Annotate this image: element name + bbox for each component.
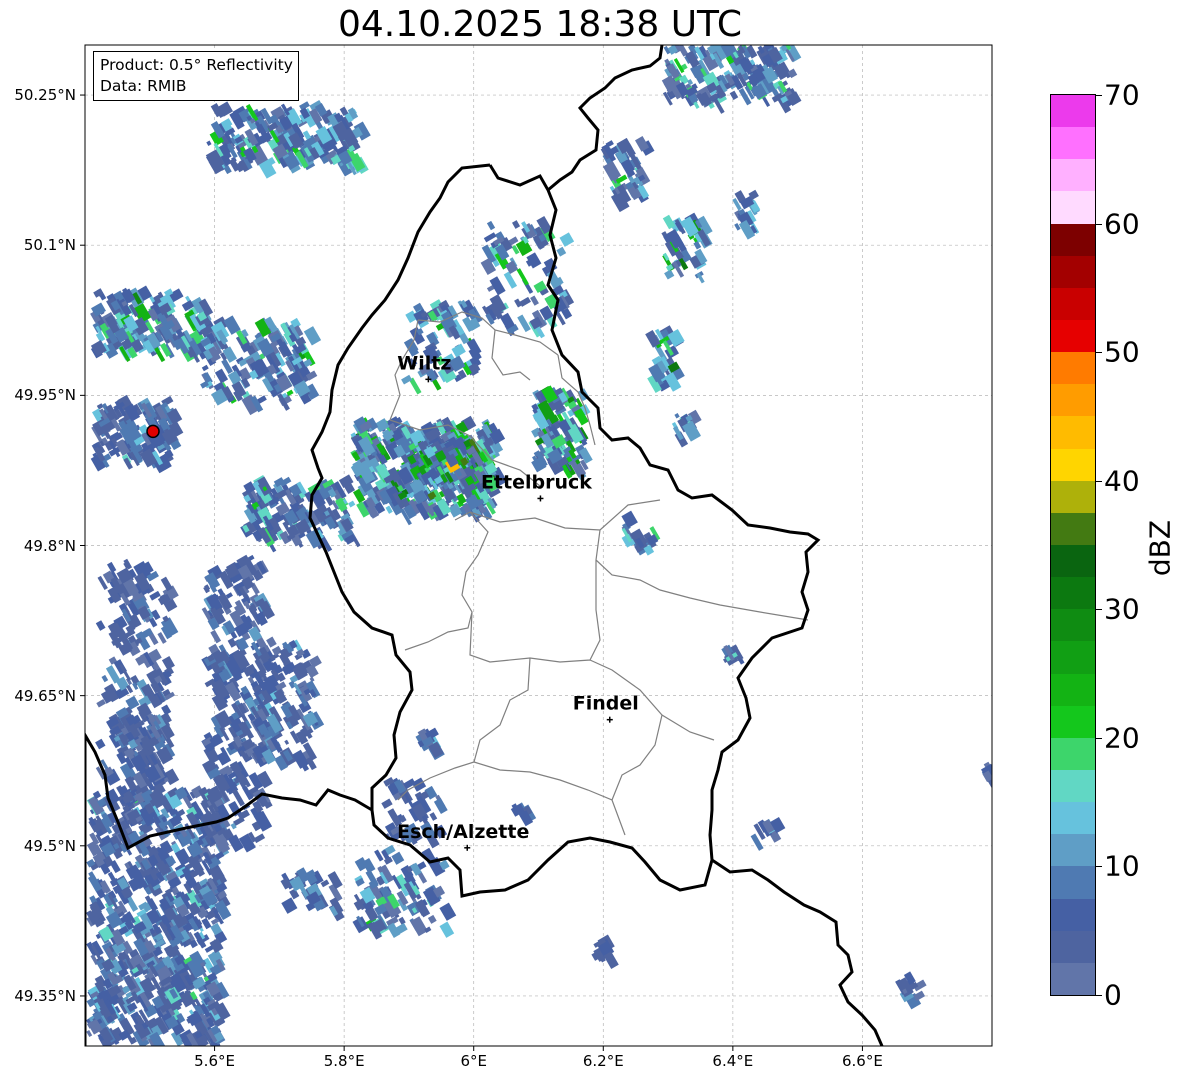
city-label: Findel xyxy=(573,693,639,715)
colorbar-segment xyxy=(1051,962,1095,995)
lon-tick-label: 5.8°E xyxy=(323,1052,365,1070)
data-source-label: Data: RMIB xyxy=(100,77,187,95)
colorbar-unit-label: dBZ xyxy=(1143,519,1177,577)
colorbar-tick-label: 50 xyxy=(1104,335,1140,369)
colorbar-segment xyxy=(1051,416,1095,449)
colorbar-segment xyxy=(1051,641,1095,674)
colorbar-tick xyxy=(1096,609,1102,611)
info-box: Product: 0.5° Reflectivity Data: RMIB xyxy=(93,51,299,101)
radar-site-dot xyxy=(146,424,160,439)
colorbar-segment xyxy=(1051,802,1095,835)
city-label: Wiltz xyxy=(397,352,451,374)
city-label: Esch/Alzette xyxy=(397,821,529,843)
lat-tick-label: 50.1°N xyxy=(23,236,76,255)
colorbar-segment xyxy=(1051,577,1095,610)
colorbar-segment xyxy=(1051,127,1095,160)
colorbar-tick xyxy=(1096,95,1102,96)
colorbar-segment xyxy=(1051,673,1095,706)
colorbar-segment xyxy=(1051,223,1095,256)
colorbar xyxy=(1050,94,1096,996)
colorbar-segment xyxy=(1051,769,1095,803)
colorbar-segment xyxy=(1051,159,1095,192)
colorbar-segment xyxy=(1051,191,1095,224)
lat-tick-label: 49.35°N xyxy=(14,986,76,1005)
colorbar-segment xyxy=(1051,512,1095,545)
lat-tick-label: 49.65°N xyxy=(14,686,76,705)
colorbar-tick-label: 30 xyxy=(1104,592,1140,626)
colorbar-segment xyxy=(1051,319,1095,353)
colorbar-segment xyxy=(1051,705,1095,738)
lon-tick-label: 6.6°E xyxy=(842,1052,883,1070)
colorbar-tick-label: 20 xyxy=(1104,721,1140,755)
colorbar-tick xyxy=(1096,866,1102,868)
city-label: Ettelbruck xyxy=(481,471,592,493)
lat-tick-label: 49.95°N xyxy=(14,386,76,405)
colorbar-tick-label: 0 xyxy=(1104,978,1122,1012)
lon-tick-label: 6.4°E xyxy=(712,1052,754,1070)
colorbar-tick-label: 40 xyxy=(1104,464,1140,498)
colorbar-tick-label: 60 xyxy=(1104,207,1140,241)
colorbar-tick xyxy=(1096,995,1102,996)
lon-tick-label: 6.2°E xyxy=(582,1052,624,1070)
lat-tick-label: 49.5°N xyxy=(23,836,76,855)
colorbar-segment xyxy=(1051,255,1095,288)
colorbar-segment xyxy=(1051,480,1095,513)
colorbar-segment xyxy=(1051,352,1095,385)
colorbar-segment xyxy=(1051,866,1095,899)
lon-tick-label: 6°E xyxy=(460,1052,487,1070)
colorbar-segment xyxy=(1051,737,1095,770)
lon-tick-label: 5.6°E xyxy=(194,1052,235,1070)
colorbar-segment xyxy=(1051,95,1095,128)
colorbar-tick-label: 70 xyxy=(1104,78,1140,112)
colorbar-segment xyxy=(1051,544,1095,578)
lat-tick-label: 49.8°N xyxy=(23,536,76,555)
colorbar-tick xyxy=(1096,223,1102,225)
colorbar-segment xyxy=(1051,384,1095,417)
colorbar-segment xyxy=(1051,448,1095,481)
colorbar-segment xyxy=(1051,930,1095,963)
colorbar-tick xyxy=(1096,352,1102,354)
colorbar-segment xyxy=(1051,834,1095,867)
colorbar-segment xyxy=(1051,898,1095,931)
lat-tick-label: 50.25°N xyxy=(14,86,76,105)
radar-site-marker xyxy=(146,424,160,439)
radar-map: Wiltz Ettelbruck Findel Esch/Alzette xyxy=(80,44,993,1051)
product-label: Product: 0.5° Reflectivity xyxy=(100,56,293,74)
colorbar-tick-label: 10 xyxy=(1104,849,1140,883)
colorbar-segment xyxy=(1051,287,1095,320)
colorbar-tick xyxy=(1096,480,1102,482)
colorbar-segment xyxy=(1051,609,1095,642)
colorbar-tick xyxy=(1096,737,1102,739)
